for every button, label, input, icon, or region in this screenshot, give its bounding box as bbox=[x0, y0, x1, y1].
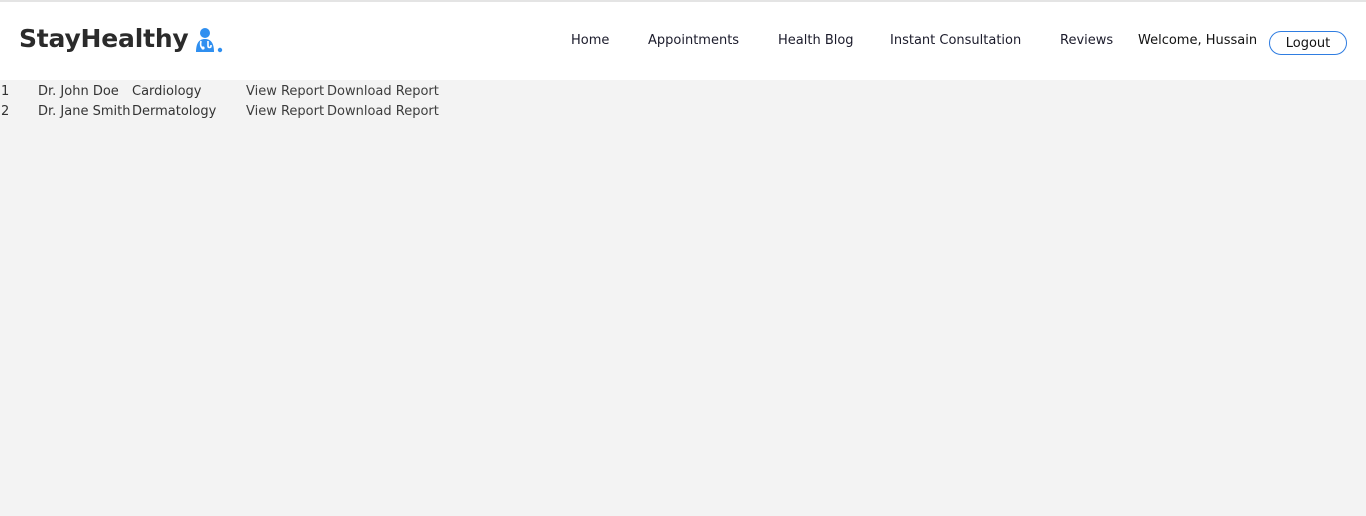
nav-health-blog-link[interactable]: Health Blog bbox=[778, 33, 854, 48]
doctor-name: Dr. John Doe bbox=[38, 83, 119, 99]
doctor-specialty: Dermatology bbox=[132, 103, 217, 119]
row-number: 2 bbox=[1, 103, 10, 119]
nav-reviews-link[interactable]: Reviews bbox=[1060, 33, 1113, 48]
reports-table: 1 Dr. John Doe Cardiology View Report Do… bbox=[0, 81, 447, 121]
download-report-link[interactable]: Download Report bbox=[327, 84, 439, 99]
brand-logo-link[interactable]: StayHealthy bbox=[19, 24, 223, 53]
table-row: 2 Dr. Jane Smith Dermatology View Report… bbox=[0, 101, 447, 121]
view-report-link[interactable]: View Report bbox=[246, 84, 324, 99]
nav-instant-consultation-link[interactable]: Instant Consultation bbox=[890, 33, 1021, 48]
doctor-name: Dr. Jane Smith bbox=[38, 103, 131, 119]
view-report-link[interactable]: View Report bbox=[246, 104, 324, 119]
nav-appointments-link[interactable]: Appointments bbox=[648, 33, 739, 48]
doctor-specialty: Cardiology bbox=[132, 83, 202, 99]
doctor-icon bbox=[195, 27, 222, 52]
download-report-link[interactable]: Download Report bbox=[327, 104, 439, 119]
logout-button[interactable]: Logout bbox=[1269, 31, 1347, 55]
row-number: 1 bbox=[1, 83, 10, 99]
table-row: 1 Dr. John Doe Cardiology View Report Do… bbox=[0, 81, 447, 101]
nav-home-link[interactable]: Home bbox=[571, 33, 609, 48]
brand-name: StayHealthy bbox=[19, 24, 189, 53]
welcome-text: Welcome, Hussain bbox=[1138, 33, 1258, 48]
navbar: StayHealthy Home Appointments Health Blo… bbox=[0, 2, 1366, 80]
